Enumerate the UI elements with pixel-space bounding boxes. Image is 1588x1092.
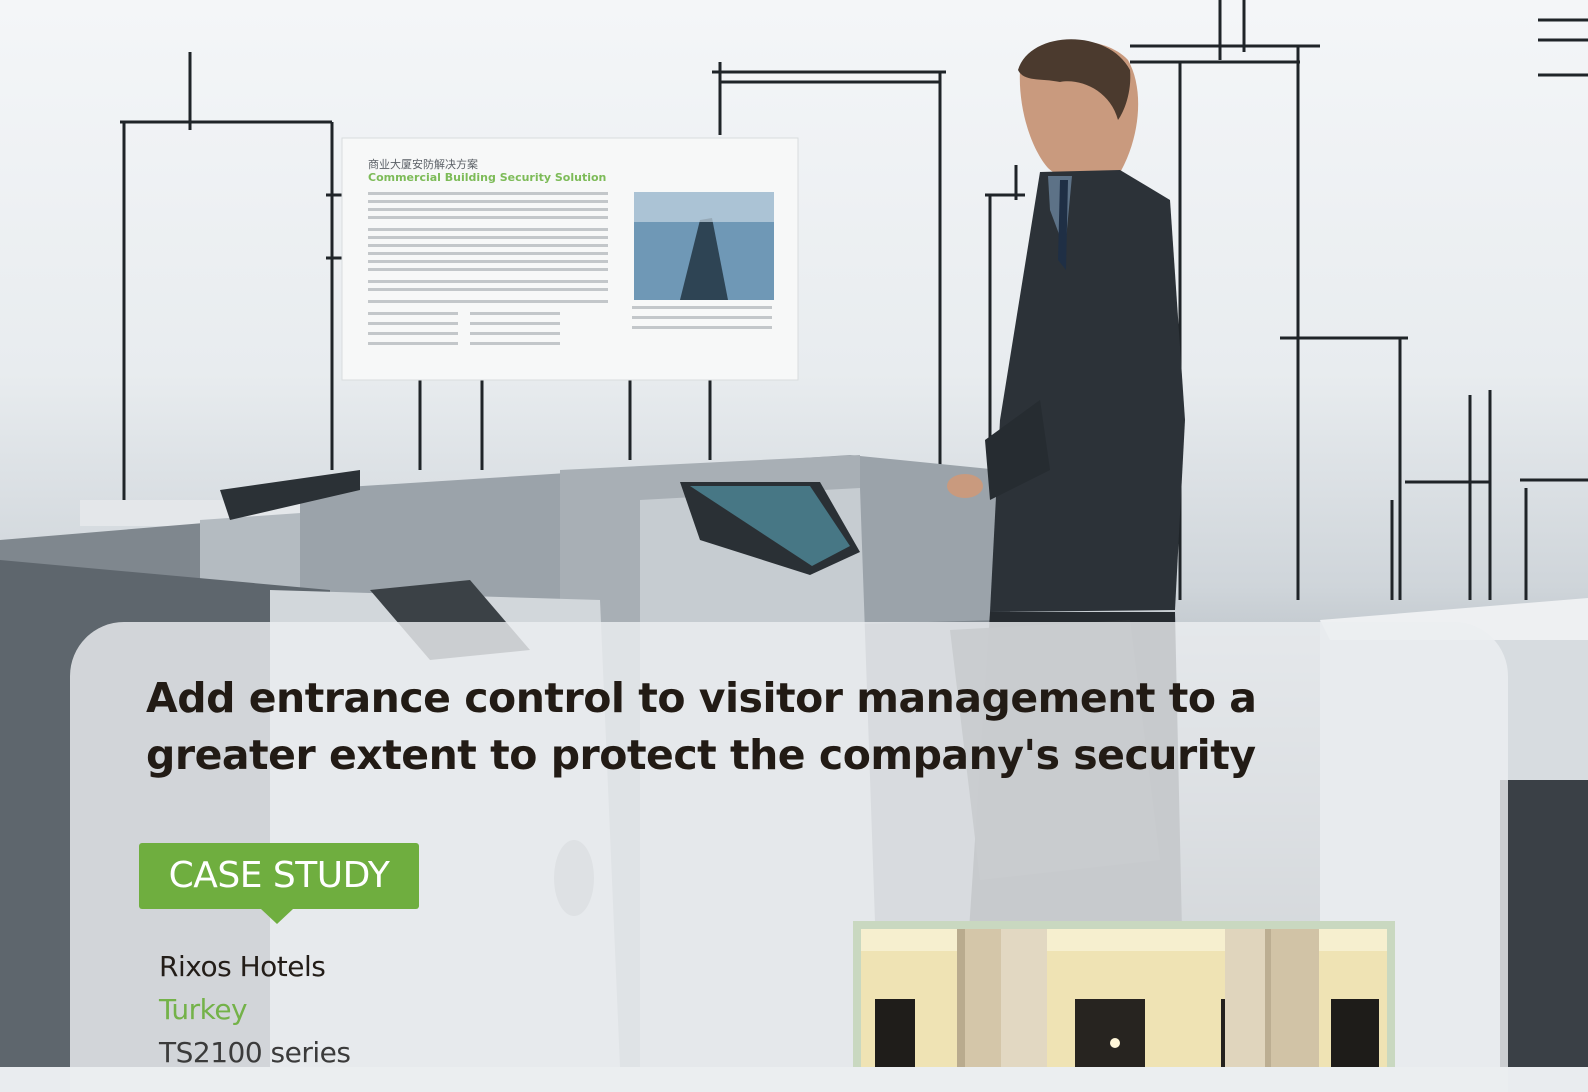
case-study-label: CASE STUDY xyxy=(168,855,390,896)
client-name: Rixos Hotels xyxy=(159,950,326,983)
wall-sign-title-en: Commercial Building Security Solution xyxy=(368,171,606,184)
product-series: TS2100 series xyxy=(159,1036,351,1069)
headline: Add entrance control to visitor manageme… xyxy=(146,674,1257,779)
client-country: Turkey xyxy=(159,993,248,1026)
wall-sign: 商业大厦安防解决方案 Commercial Building Security … xyxy=(341,137,799,381)
case-study-badge: CASE STUDY xyxy=(139,843,419,924)
hotel-lobby-image xyxy=(861,929,1387,1067)
wall-sign-title-cn: 商业大厦安防解决方案 xyxy=(368,157,478,171)
hotel-photo xyxy=(853,921,1395,1067)
